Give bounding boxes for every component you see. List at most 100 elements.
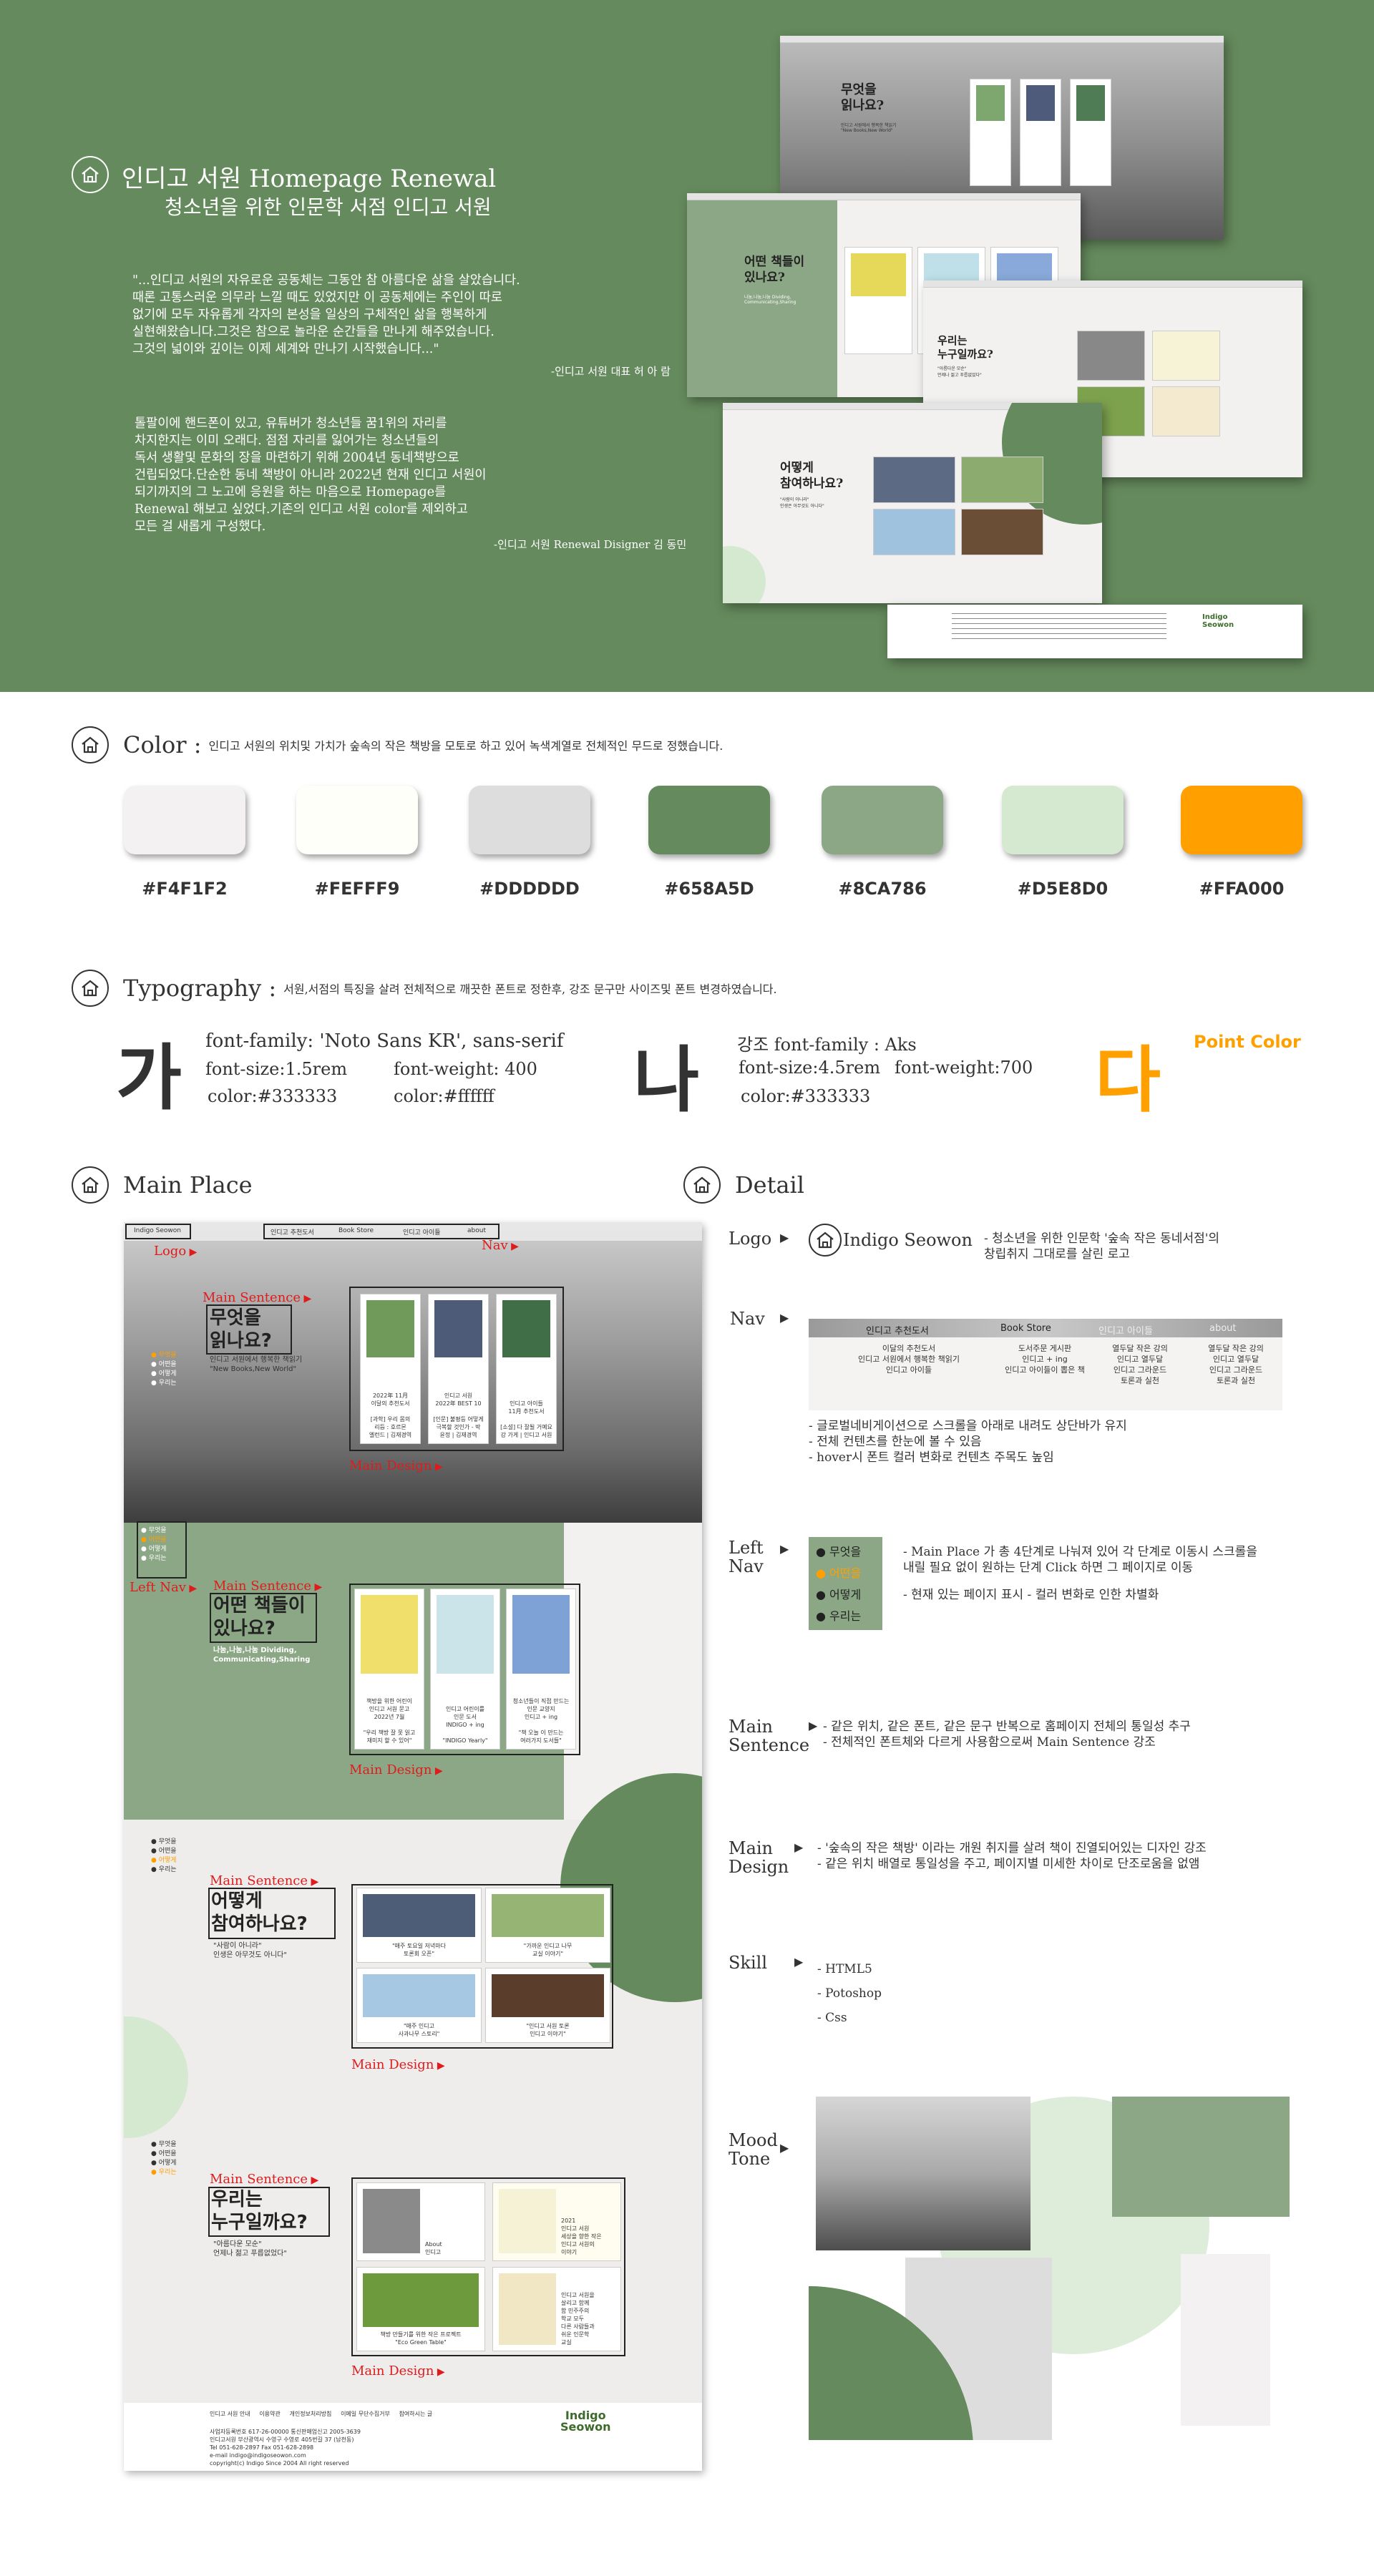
annot-main-design: Main Design [349,1762,443,1777]
about-card[interactable]: 2021 인디고 서원 세상을 향한 작은 인디고 서원의 이야기 [492,2182,621,2261]
photo-card[interactable]: "매주 인디고 사과나무 스토리" [356,1968,482,2043]
leftnav-item[interactable]: ● 어떻게 [816,1584,875,1606]
color-swatch-label: #FFA000 [1199,879,1285,899]
nav-preview-header[interactable]: 인디고 추천도서 [866,1323,929,1337]
detail-mood-label: Mood Tone [729,2130,778,2169]
mood-photo [816,2097,1030,2250]
lnav-item[interactable]: 어떤을 [151,1360,177,1370]
point-color-label: Point Color [1194,1032,1301,1052]
lnav-item[interactable]: 무엇을 [151,1838,177,1847]
annot-main-sentence: Main Sentence [203,1290,311,1305]
preview-page-4: 어떻게 참여하나요? "사람이 아니라" 인생은 아무것도 아니다" [723,403,1102,603]
book-card[interactable]: 인디고 아이들 11月 추천도서 [소설] 다 잘될 거예요 강 가게 | 인디… [496,1294,557,1444]
preview-sub: 나눔,나눔,나눔 Dividing, Communicating,Sharing [744,295,796,305]
book-card[interactable]: 2022年 11月 이달의 추천도서 [과학] 우리 몸의 리듬 : 호르몬 엘… [360,1294,421,1444]
color-swatch [822,786,943,854]
nav-preview-col[interactable]: 열두달 작은 강의 인디고 열두달 인디고 그라운드 토론과 실천 [1093,1343,1187,1386]
page2-left-nav[interactable]: 무엇을 어떤을 어떻게 우리는 [141,1526,167,1563]
nav-preview-col[interactable]: 열두달 작은 강의 인디고 열두달 인디고 그라운드 토론과 실천 [1189,1343,1282,1386]
book-card[interactable]: 청소년들이 직접 만드는 인문 교양지 인디고 + ing "책 오늘 이 만드… [506,1589,576,1750]
detail-nav-label: Nav [730,1309,765,1329]
preview-card [1077,331,1145,381]
page1-heading: 무엇을 읽나요? [210,1307,272,1352]
home-icon [72,156,109,193]
lnav-item[interactable]: 우리는 [151,1379,177,1388]
main-place-title: Main Place [123,1171,253,1199]
mood-board [809,2097,1295,2440]
nav-preview: 인디고 추천도서 Book Store 인디고 아이들 about 이달의 추천… [809,1319,1282,1410]
lnav-item[interactable]: 무엇을 [151,1351,177,1360]
lnav-item[interactable]: 어떤을 [141,1536,167,1545]
home-icon [809,1224,842,1257]
preview-sub: "아름다운 모순" 언제나 젊고 푸릅없었다" [937,366,982,378]
lnav-item[interactable]: 우리는 [151,2168,177,2177]
page1-left-nav[interactable]: 무엇을 어떤을 어떻게 우리는 [151,1351,177,1388]
book-card[interactable]: 책방을 위한 어린이 인디고 서원 문고 2022년 7월 "우리 책방 잘 못… [354,1589,424,1750]
main-place-header: Main Place [72,1166,253,1204]
detail-leftnav-desc1: - Main Place 가 총 4단계로 나눠져 있어 각 단계로 이동시 스… [903,1545,1257,1575]
preview-card [1070,79,1111,186]
book-card[interactable]: 인디고 어린이를 인문 도서 INDIGO + ing "INDIGO Year… [430,1589,500,1750]
nav-preview-header[interactable]: about [1209,1323,1237,1334]
page4-left-nav[interactable]: 무엇을 어떤을 어떻게 우리는 [151,2140,177,2177]
photo-card[interactable]: "매주 토요일 저녁마다 토론회 오픈" [356,1888,482,1963]
leftnav-item[interactable]: ● 우리는 [816,1606,875,1627]
hero-section: 인디고 서원 Homepage Renewal 청소년을 위한 인문학 서점 인… [0,0,1374,692]
annot-logo: Logo [154,1244,197,1259]
color-swatch [1181,786,1302,854]
lnav-item[interactable]: 무엇을 [151,2140,177,2150]
photo-card[interactable]: "인디고 서원 토론 인디고 이야기" [485,1968,610,2043]
lnav-item[interactable]: 우리는 [151,1865,177,1875]
about-card[interactable]: 책방 만들기를 위한 작은 프로젝트 "Eco Green Table" [356,2267,485,2351]
annot-main-design: Main Design [351,2057,445,2072]
arrow-right-icon: ▶ [780,1311,789,1324]
nav-preview-col[interactable]: 이달의 추천도서 인디고 서원에서 행복한 책읽기 인디고 아이들 [837,1343,980,1375]
preview-card [844,247,912,354]
glyph-da: 다 [1095,1038,1161,1122]
preview-footer-logo: Indigo Seowon [1202,613,1234,629]
color-swatch [1002,786,1124,854]
leftnav-item[interactable]: ● 무엇을 [816,1541,875,1563]
preview-footer-text [952,613,1166,642]
nav-preview-header[interactable]: 인디고 아이들 [1098,1323,1153,1337]
mood-green-block [1112,2097,1290,2217]
lnav-item[interactable]: 어떤을 [151,2150,177,2159]
typo-color-1b: color:#ffffff [394,1086,494,1106]
annot-main-design: Main Design [349,1458,443,1473]
page3-left-nav[interactable]: 무엇을 어떤을 어떻게 우리는 [151,1838,177,1875]
nav-highlight-box [263,1224,500,1239]
lnav-item[interactable]: 우리는 [141,1554,167,1563]
footer-logo: Indigo Seowon [560,2409,611,2434]
lnav-item[interactable]: 어떻게 [151,1370,177,1379]
leftnav-preview[interactable]: ● 무엇을 ● 어떤을 ● 어떻게 ● 우리는 [809,1537,882,1630]
annot-main-sentence: Main Sentence [210,1873,318,1888]
footer-links[interactable]: 인디고 서원 안내 이용약관 개인정보처리방침 이메일 무단수집거부 참여하시는… [210,2410,432,2418]
about-card[interactable]: About 인디고 [356,2182,485,2261]
leftnav-item-active[interactable]: ● 어떤을 [816,1563,875,1584]
detail-ms-label: Main Sentence [729,1717,810,1755]
nav-preview-header[interactable]: Book Store [1000,1323,1051,1334]
page2-sub: 나눔,나눔,나눔 Dividing, Communicating,Sharing [213,1646,311,1664]
color-swatch-label: #658A5D [664,879,754,899]
color-swatch [296,786,418,854]
home-icon [72,726,109,763]
book-card[interactable]: 인디고 서원 2022年 BEST 10 [인문] 불평등 어떻게 극복할 것인… [428,1294,489,1444]
color-swatch-label: #D5E8D0 [1017,879,1109,899]
detail-logo-name: Indigo Seowon [843,1230,973,1250]
hero-quote-signature: -인디고 서원 대표 허 아 람 [551,365,671,378]
about-card[interactable]: 인디고 서원을 살리고 함께 함 민주주의 학교 모두 다른 사람들과 쉬운 인… [492,2267,621,2351]
lnav-item[interactable]: 어떻게 [141,1545,167,1554]
lnav-item[interactable]: 어떤을 [151,1847,177,1856]
lnav-item[interactable]: 어떻게 [151,2159,177,2168]
detail-nav-desc: - 글로벌네비게이션으로 스크롤을 아래로 내려도 상단바가 유지 - 전체 컨… [809,1419,1127,1465]
preview-heading: 어떤 책들이 있나요? [744,255,805,285]
preview-heading: 어떻게 참여하나요? [780,461,844,491]
arrow-right-icon: ▶ [780,1231,789,1244]
hero-quote: "...인디고 서원의 자유로운 공동체는 그동안 참 아름다운 삶을 살았습니… [132,273,520,356]
lnav-item[interactable]: 어떻게 [151,1856,177,1865]
photo-card[interactable]: "가까운 인디고 나무 교실 이야기" [485,1888,610,1963]
detail-leftnav-label: Left Nav [729,1538,764,1576]
lnav-item[interactable]: 무엇을 [141,1526,167,1536]
typo-weight-2: font-weight:700 [895,1058,1033,1078]
page3-heading: 어떻게 참여하나요? [211,1890,308,1935]
